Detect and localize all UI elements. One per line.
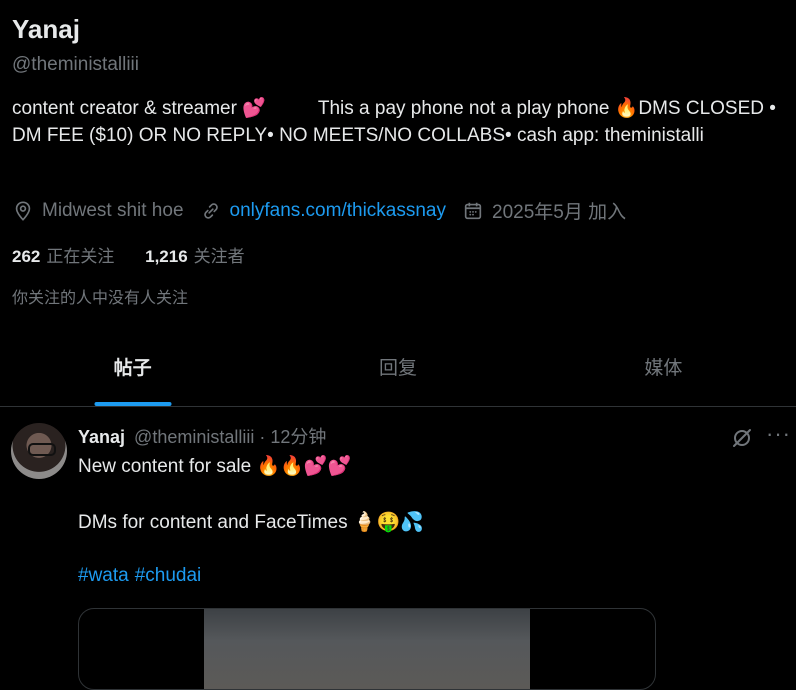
post-author-handle[interactable]: @theministalliii [134,427,254,447]
hashtag-link[interactable]: #chudai [135,565,202,586]
website-item[interactable]: onlyfans.com/thickassnay [200,200,447,222]
tab-replies[interactable]: 回复 [265,336,530,406]
mutual-followers-note: 你关注的人中没有人关注 [12,290,189,307]
followers-count: 1,216 [145,247,188,266]
avatar-glasses [28,443,56,456]
profile-handle: @theministalliii [12,54,139,75]
followers-link[interactable]: 1,216 关注者 [145,247,245,266]
tab-replies-label: 回复 [378,358,417,379]
profile-name: Yanaj [12,14,80,44]
joined-item: 2025年5月 加入 [462,197,626,224]
website-link[interactable]: onlyfans.com/thickassnay [230,200,447,222]
tab-posts-label: 帖子 [113,358,152,379]
tab-media[interactable]: 媒体 [531,336,796,406]
tab-media-label: 媒体 [644,358,683,379]
profile-bio: content creator & streamer 💕 This a pay p… [12,95,782,149]
post-media[interactable] [78,608,656,690]
grok-icon[interactable] [730,426,754,450]
post-author-name[interactable]: Yanaj [78,427,125,447]
following-label: 正在关注 [46,247,115,266]
follow-stats: 262 正在关注 1,216 关注者 [12,242,271,267]
post-hashtags: #wata #chudai [78,565,207,587]
location-item: Midwest shit hoe [12,200,184,222]
profile-tabs: 帖子 回复 媒体 [0,336,796,407]
location-text: Midwest shit hoe [42,199,184,221]
avatar[interactable] [11,423,67,479]
profile-meta: Midwest shit hoe onlyfans.com/thickassna… [12,197,642,224]
tab-posts[interactable]: 帖子 [0,336,265,406]
calendar-icon [464,202,482,219]
post-header: Yanaj @theministalliii · 12分钟 [78,423,326,449]
media-image[interactable] [204,609,530,689]
bio-part-1: content creator & streamer 💕 [12,98,266,119]
post-text-line-2: DMs for content and FaceTimes 🍦🤑💦 [78,512,424,533]
post-text-line-1: New content for sale 🔥🔥💕💕 [78,456,352,477]
followers-label: 关注者 [193,247,245,266]
joined-text: 2025年5月 加入 [492,202,627,223]
post-timestamp[interactable]: · 12分钟 [259,427,326,447]
following-count: 262 [12,247,41,266]
active-tab-indicator [94,402,172,406]
following-link[interactable]: 262 正在关注 [12,247,114,266]
hashtag-link[interactable]: #wata [78,565,129,586]
location-pin-icon [15,200,31,221]
link-icon [203,202,218,219]
more-icon[interactable]: ··· [766,423,790,450]
